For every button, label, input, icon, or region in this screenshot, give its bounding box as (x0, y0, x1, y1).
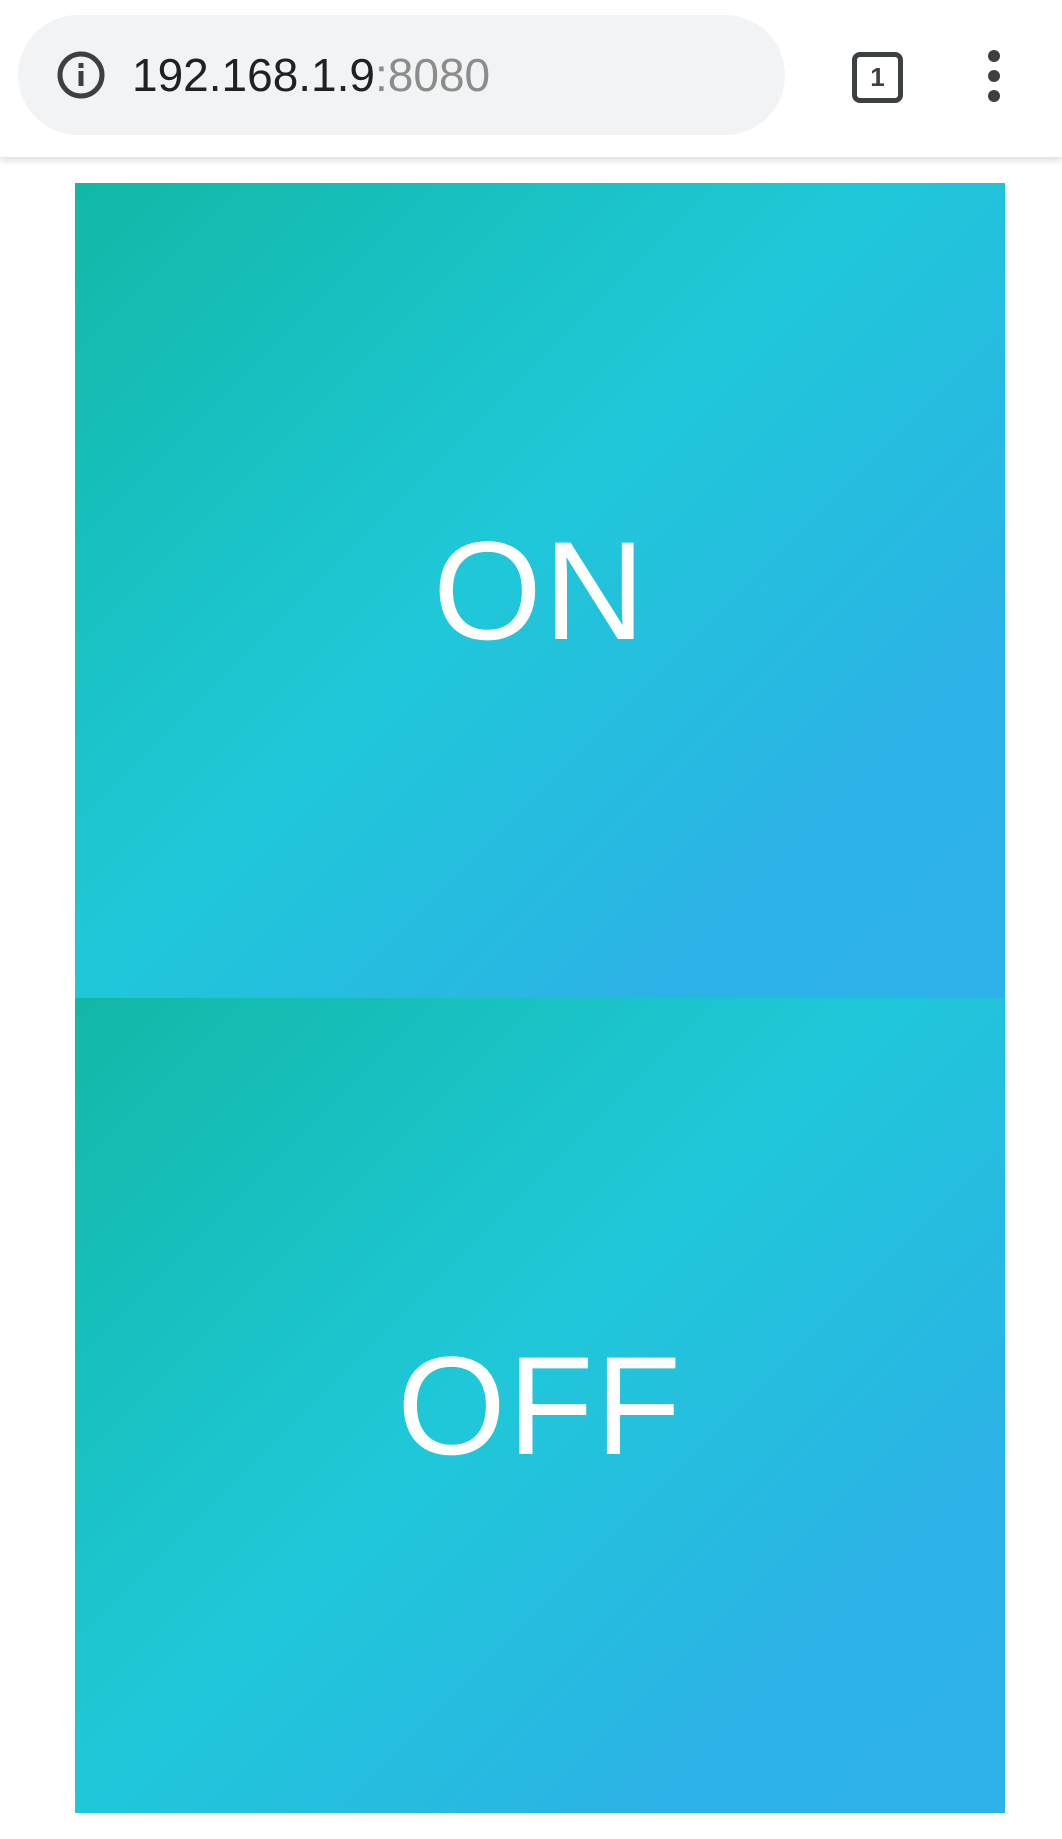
tab-count: 1 (870, 62, 885, 92)
menu-dot (988, 90, 1000, 102)
page-content: ON OFF (0, 157, 1062, 1839)
more-vert-icon[interactable] (970, 44, 1020, 108)
tab-switcher-button[interactable]: 1 (848, 48, 904, 104)
on-button-label: ON (433, 511, 647, 669)
off-button-label: OFF (397, 1326, 683, 1484)
address-bar[interactable]: 192.168.1.9:8080 (18, 15, 785, 135)
on-button[interactable]: ON (75, 183, 1005, 998)
browser-toolbar: 192.168.1.9:8080 1 (0, 0, 1062, 157)
info-icon[interactable] (56, 50, 106, 100)
url-port: :8080 (375, 49, 491, 101)
url-text[interactable]: 192.168.1.9:8080 (132, 44, 490, 106)
menu-dot (988, 70, 1000, 82)
url-host: 192.168.1.9 (132, 49, 376, 101)
tab-switcher-icon: 1 (852, 52, 903, 103)
off-button[interactable]: OFF (75, 998, 1005, 1813)
menu-dot (988, 50, 1000, 62)
